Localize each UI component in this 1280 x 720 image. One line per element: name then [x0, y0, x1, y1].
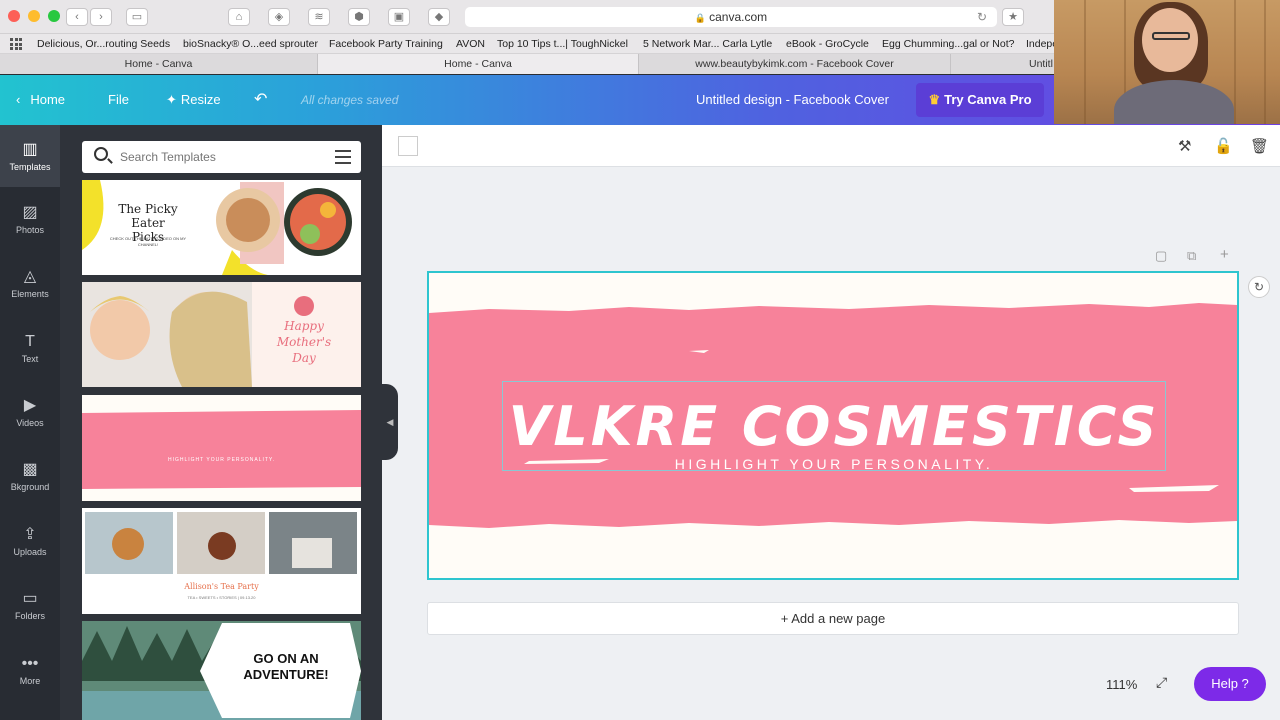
add-new-page-button[interactable]: + Add a new page: [427, 602, 1239, 635]
page-notes-icon[interactable]: ▢: [1155, 248, 1167, 264]
rail-elements[interactable]: ◬ Elements: [0, 267, 60, 299]
file-menu-button[interactable]: File: [108, 75, 129, 125]
template-title: GO ON AN ADVENTURE!: [243, 651, 329, 682]
fullscreen-icon[interactable]: ⤢: [1156, 674, 1167, 691]
try-pro-button[interactable]: ♛ Try Canva Pro: [916, 83, 1044, 117]
filter-icon[interactable]: [335, 150, 351, 164]
url-text: canva.com: [709, 10, 768, 24]
webcam-overlay: [1054, 0, 1280, 124]
sidebar-toggle-icon[interactable]: ▭: [126, 8, 148, 26]
rotate-handle-icon[interactable]: ↻: [1248, 276, 1270, 298]
template-subtitle: CHECK OUT THE LATEST VIDEO ON MY CHANNEL…: [109, 236, 187, 247]
screen: ‹ › ▭ ⌂ ◈ ≋ ⬢ ▣ ◆ 🔒 canva.com ↻ ★ Delicio…: [0, 0, 1280, 720]
text-selection-box[interactable]: VLKRE COSMESTICS HIGHLIGHT YOUR PERSONAL…: [502, 381, 1166, 472]
document-title[interactable]: Untitled design - Facebook Cover: [696, 75, 889, 125]
help-button[interactable]: Help ?: [1194, 667, 1266, 701]
rail-folders[interactable]: ▭ Folders: [0, 589, 60, 621]
rail-videos[interactable]: ▶ Videos: [0, 396, 60, 428]
home-button[interactable]: ‹ Home: [16, 75, 65, 125]
rail-text[interactable]: T Text: [0, 332, 60, 364]
background-color-swatch[interactable]: [398, 136, 418, 156]
rail-background[interactable]: ▩ Bkground: [0, 460, 60, 492]
template-thumbnail[interactable]: Happy Mother's Day: [82, 282, 361, 387]
more-dots-icon: •••: [21, 655, 39, 672]
undo-icon[interactable]: ↶: [254, 75, 267, 125]
templates-icon: ▥: [22, 141, 38, 158]
reload-icon[interactable]: ↻: [977, 7, 987, 27]
bookmark-item[interactable]: Egg Chumming...gal or Not?: [882, 38, 1014, 50]
bookmark-item[interactable]: Delicious, Or...routing Seeds: [37, 38, 170, 50]
crown-icon: ♛: [928, 92, 941, 107]
evernote-icon[interactable]: ◆: [428, 8, 450, 26]
background-icon: ▩: [22, 461, 38, 478]
duplicate-page-icon[interactable]: ⧉: [1187, 248, 1196, 264]
bookmark-item[interactable]: bioSnacky® O...eed sprouter: [183, 38, 318, 50]
zoom-level[interactable]: 111%: [1106, 677, 1137, 692]
elements-icon: ◬: [23, 268, 37, 285]
close-window-icon[interactable]: [8, 10, 20, 22]
rail-photos[interactable]: ▨ Photos: [0, 203, 60, 235]
chevron-left-icon: ‹: [16, 92, 21, 107]
home-icon[interactable]: ⌂: [228, 8, 250, 26]
template-title: Happy Mother's Day: [276, 319, 332, 365]
browser-tab[interactable]: www.beautybykimk.com - Facebook Cover: [639, 54, 951, 74]
template-thumbnail[interactable]: The Picky Eater Picks CHECK OUT THE LATE…: [82, 180, 361, 275]
maximize-window-icon[interactable]: [48, 10, 60, 22]
template-subtitle: TEA • SWEETS • STORIES | 09.13.20: [187, 595, 256, 600]
add-page-icon[interactable]: +: [1220, 246, 1229, 263]
side-rail: ▥ Templates ▨ Photos ◬ Elements T Text ▶ Vide…: [0, 125, 60, 720]
bookmark-item[interactable]: 5 Network Mar... Carla Lytle: [643, 38, 772, 50]
apps-grid-icon[interactable]: [10, 38, 22, 50]
design-title[interactable]: VLKRE COSMESTICS: [503, 395, 1165, 458]
address-bar[interactable]: 🔒 canva.com ↻: [465, 7, 997, 27]
text-icon: T: [25, 333, 35, 350]
video-icon: ▶: [23, 397, 37, 414]
browser-tab[interactable]: Home - Canva: [318, 54, 639, 74]
minimize-window-icon[interactable]: [28, 10, 40, 22]
trash-icon[interactable]: 🗑: [1250, 137, 1269, 155]
photos-icon: ▨: [22, 204, 38, 221]
adblock-icon[interactable]: ⬢: [348, 8, 370, 26]
templates-panel: The Picky Eater Picks CHECK OUT THE LATE…: [60, 125, 382, 720]
sparkle-icon: ✦: [166, 92, 177, 107]
back-icon[interactable]: ‹: [66, 8, 88, 26]
template-thumbnail[interactable]: Allison's Tea Party TEA • SWEETS • STORI…: [82, 508, 361, 614]
template-title: Allison's Tea Party: [184, 582, 259, 591]
screen-icon[interactable]: ▣: [388, 8, 410, 26]
save-status: All changes saved: [301, 93, 399, 107]
upload-icon: ⇪: [23, 526, 37, 543]
forward-icon[interactable]: ›: [90, 8, 112, 26]
bookmark-item[interactable]: Top 10 Tips t...| ToughNickel: [497, 38, 628, 50]
template-thumbnail[interactable]: HIGHLIGHT YOUR PERSONALITY.: [82, 395, 361, 501]
canvas-workspace: ⚒ 🔓 🗑 ▢ ⧉ + VLKRE COSMESTICS HIGHLIGHT Y…: [382, 125, 1280, 720]
rail-more[interactable]: ••• More: [0, 654, 60, 686]
lock-icon[interactable]: 🔓: [1214, 137, 1233, 155]
search-input[interactable]: [120, 141, 320, 173]
rail-templates[interactable]: ▥ Templates: [0, 125, 60, 187]
rss-icon[interactable]: ≋: [308, 8, 330, 26]
lock-icon: 🔒: [694, 13, 707, 23]
window-controls: [8, 10, 60, 22]
rail-uploads[interactable]: ⇪ Uploads: [0, 525, 60, 557]
browser-tab[interactable]: Home - Canva: [0, 54, 318, 74]
template-thumbnail[interactable]: GO ON AN ADVENTURE!: [82, 621, 361, 720]
extension-icon[interactable]: ◈: [268, 8, 290, 26]
resize-button[interactable]: ✦ Resize: [166, 75, 221, 125]
paint-roller-icon[interactable]: ⚒: [1178, 137, 1191, 155]
template-artwork: [82, 410, 361, 489]
folder-icon: ▭: [22, 590, 38, 607]
editor-toolbar: ⚒ 🔓 🗑: [382, 125, 1280, 167]
design-canvas[interactable]: VLKRE COSMESTICS HIGHLIGHT YOUR PERSONAL…: [427, 271, 1239, 580]
collapse-panel-icon[interactable]: ◀: [382, 384, 398, 460]
search-icon: [94, 147, 108, 161]
template-search: [82, 141, 361, 173]
bookmark-star-icon[interactable]: ★: [1002, 8, 1024, 26]
bookmark-item[interactable]: Facebook Party Training: [329, 38, 443, 50]
design-subtitle[interactable]: HIGHLIGHT YOUR PERSONALITY.: [503, 456, 1165, 472]
template-subtitle: HIGHLIGHT YOUR PERSONALITY.: [167, 457, 276, 463]
bookmark-item[interactable]: eBook - GroCycle: [786, 38, 869, 50]
bookmark-item[interactable]: AVON: [456, 38, 485, 50]
